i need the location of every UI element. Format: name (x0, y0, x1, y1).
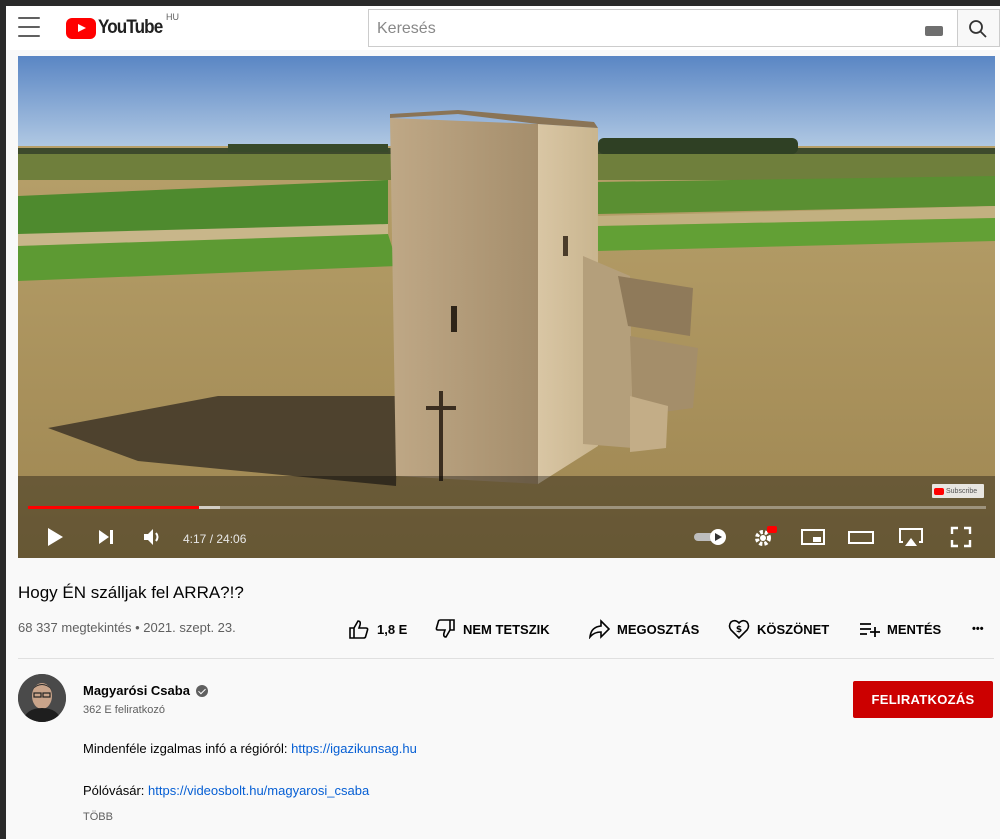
logo-text: YouTube (98, 17, 163, 38)
description-link-2[interactable]: https://videosbolt.hu/magyarosi_csaba (148, 783, 369, 798)
more-dots-icon: ••• (972, 623, 984, 635)
subscribe-watermark[interactable]: Subscribe (932, 484, 984, 498)
airplay-button[interactable] (894, 522, 928, 552)
region-code: HU (166, 12, 179, 22)
description-link-1[interactable]: https://igazikunsag.hu (291, 741, 417, 756)
video-player[interactable]: Subscribe 4:17 / 24:06 (18, 56, 995, 558)
verified-check-icon (195, 684, 208, 697)
video-frame (18, 56, 995, 558)
video-title: Hogy ÉN szálljak fel ARRA?!? (18, 583, 244, 602)
gear-icon (755, 526, 777, 546)
show-more-button[interactable]: TÖBB (83, 811, 113, 823)
volume-button[interactable] (138, 522, 168, 552)
description-text-2: Pólóvásár: (83, 783, 149, 798)
time-display: 4:17 / 24:06 (183, 532, 247, 546)
watermark-label: Subscribe (946, 487, 978, 495)
share-button[interactable]: MEGOSZTÁS (588, 618, 699, 640)
like-button[interactable]: 1,8 E (348, 618, 407, 640)
share-icon (588, 619, 610, 639)
description-line-1: Mindenféle izgalmas infó a régióról: htt… (83, 741, 417, 756)
search-icon (969, 20, 987, 38)
miniplayer-icon (801, 529, 825, 545)
youtube-play-logo-icon (66, 17, 96, 39)
like-count: 1,8 E (377, 621, 408, 637)
search-button[interactable] (958, 9, 1000, 47)
video-meta: 68 337 megtekintés • 2021. szept. 23. (18, 620, 236, 635)
airplay-icon (899, 528, 923, 546)
description-text-1: Mindenféle izgalmas infó a régióról: (83, 741, 292, 756)
player-controls: 4:17 / 24:06 (18, 516, 995, 558)
theater-mode-button[interactable] (844, 522, 878, 552)
thumbs-up-icon (349, 620, 369, 639)
subscriber-count: 362 E feliratkozó (83, 704, 165, 716)
miniplayer-button[interactable] (796, 522, 830, 552)
play-button[interactable] (40, 522, 70, 552)
svg-text:$: $ (736, 625, 742, 635)
settings-button[interactable] (748, 522, 782, 552)
subscribe-button[interactable]: FELIRATKOZÁS (853, 681, 993, 718)
channel-name[interactable]: Magyarósi Csaba (83, 683, 208, 698)
playlist-add-icon (860, 623, 880, 637)
skip-next-icon (99, 530, 113, 544)
more-actions-button[interactable]: ••• (972, 618, 984, 640)
dislike-label: NEM TETSZIK (463, 621, 550, 637)
top-bar: YouTube HU (6, 6, 1000, 50)
autoplay-toggle[interactable] (690, 522, 730, 552)
volume-icon (144, 529, 159, 545)
hamburger-menu-icon[interactable] (18, 17, 40, 37)
fullscreen-icon (950, 526, 972, 548)
progress-bar[interactable] (28, 506, 986, 509)
search-input[interactable] (377, 18, 897, 40)
theater-mode-icon (848, 531, 874, 544)
keyboard-icon[interactable] (925, 26, 943, 36)
next-button[interactable] (90, 522, 120, 552)
channel-name-text: Magyarósi Csaba (83, 683, 190, 698)
autoplay-toggle-icon (694, 529, 726, 545)
description-line-2: Pólóvásár: https://videosbolt.hu/magyaro… (83, 783, 369, 798)
fullscreen-button[interactable] (944, 522, 978, 552)
search-box (368, 9, 958, 47)
divider (18, 658, 994, 659)
avatar-image (18, 674, 66, 722)
share-label: MEGOSZTÁS (617, 621, 700, 637)
heart-dollar-icon: $ (728, 619, 750, 640)
youtube-watermark-icon (934, 487, 944, 495)
play-icon (48, 528, 63, 546)
youtube-logo[interactable]: YouTube (66, 16, 169, 40)
save-button[interactable]: MENTÉS (858, 618, 941, 640)
thanks-label: KÖSZÖNET (757, 621, 830, 637)
dislike-button[interactable]: NEM TETSZIK (434, 618, 550, 640)
channel-avatar[interactable] (18, 674, 66, 722)
thanks-button[interactable]: $ KÖSZÖNET (728, 618, 829, 640)
played-bar (28, 506, 199, 509)
save-label: MENTÉS (887, 621, 942, 637)
thumbs-down-icon (435, 619, 455, 638)
youtube-window: YouTube HU Keresés Subscribe 4:17 / 24:0… (6, 6, 1000, 839)
